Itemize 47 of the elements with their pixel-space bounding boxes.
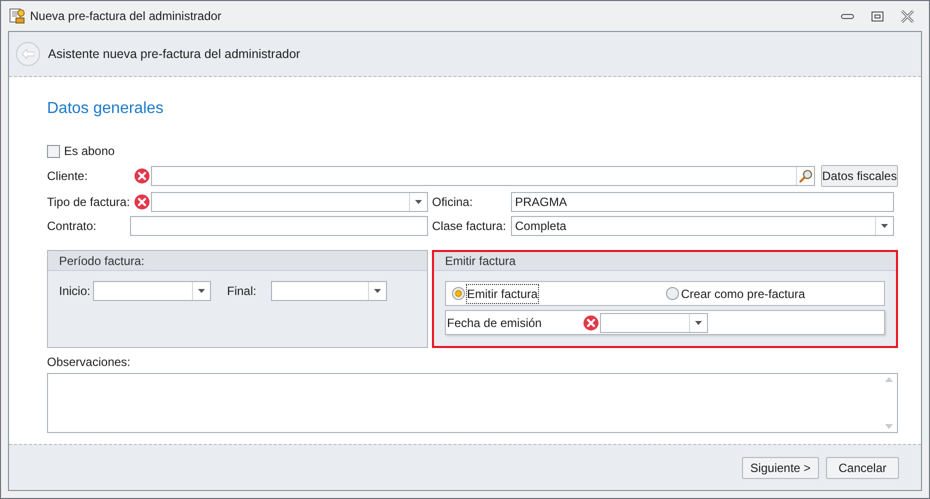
caret-icon [415, 200, 422, 204]
field-label: Contrato: [47, 218, 98, 235]
back-button[interactable] [16, 42, 40, 66]
section-title: Datos generales [47, 99, 164, 119]
field-label: Clase factura: [431, 218, 508, 235]
date-picker[interactable] [600, 312, 708, 332]
next-button[interactable]: Siguiente > [742, 456, 819, 478]
maximize-icon [870, 8, 884, 24]
scroll-down-icon[interactable] [885, 424, 893, 429]
radio-label: Crear como pre-factura [681, 286, 806, 302]
caret-icon [198, 289, 205, 293]
datos-fiscales-button[interactable]: Datos fiscales [821, 165, 898, 187]
combo-box[interactable] [151, 192, 428, 212]
arrow-icon [22, 49, 34, 59]
wizard-title: Asistente nueva pre-factura del administrador [48, 46, 300, 63]
radio-button[interactable] [452, 287, 465, 300]
caret-icon [881, 224, 888, 228]
field-label: Final: [226, 283, 258, 300]
field-label: Cliente: [47, 168, 89, 185]
field-label: Inicio: [59, 283, 92, 300]
radio-label: Emitir factura [467, 284, 538, 302]
text-field[interactable]: PRAGMA [511, 192, 894, 212]
radio-button[interactable] [666, 287, 679, 300]
date-picker[interactable] [271, 281, 387, 301]
close-button[interactable] [899, 8, 915, 24]
text-field[interactable] [130, 216, 428, 236]
cancel-button[interactable]: Cancelar [826, 456, 899, 478]
close-icon [900, 8, 914, 24]
combo-box[interactable]: Completa [511, 216, 894, 236]
group-title: Emitir factura [445, 253, 516, 270]
field-label: Observaciones: [47, 354, 130, 371]
caret-icon [374, 289, 381, 293]
field-label: Oficina: [431, 194, 474, 211]
field-label: Tipo de factura: [47, 194, 131, 211]
group-title: Período factura: [59, 252, 144, 270]
window-title: Nueva pre-factura del administrador [30, 8, 222, 25]
document-icon [9, 8, 25, 24]
checkbox-label: Es abono [64, 143, 115, 160]
checkbox[interactable] [47, 144, 60, 158]
notes-textarea[interactable] [47, 373, 898, 433]
minimize-icon [840, 14, 854, 18]
date-picker[interactable] [93, 281, 211, 301]
field-label: Fecha de emisión [447, 314, 543, 332]
search-field[interactable] [151, 166, 815, 186]
search-icon [798, 169, 812, 183]
scroll-up-icon[interactable] [885, 377, 893, 382]
caret-icon [695, 320, 702, 324]
